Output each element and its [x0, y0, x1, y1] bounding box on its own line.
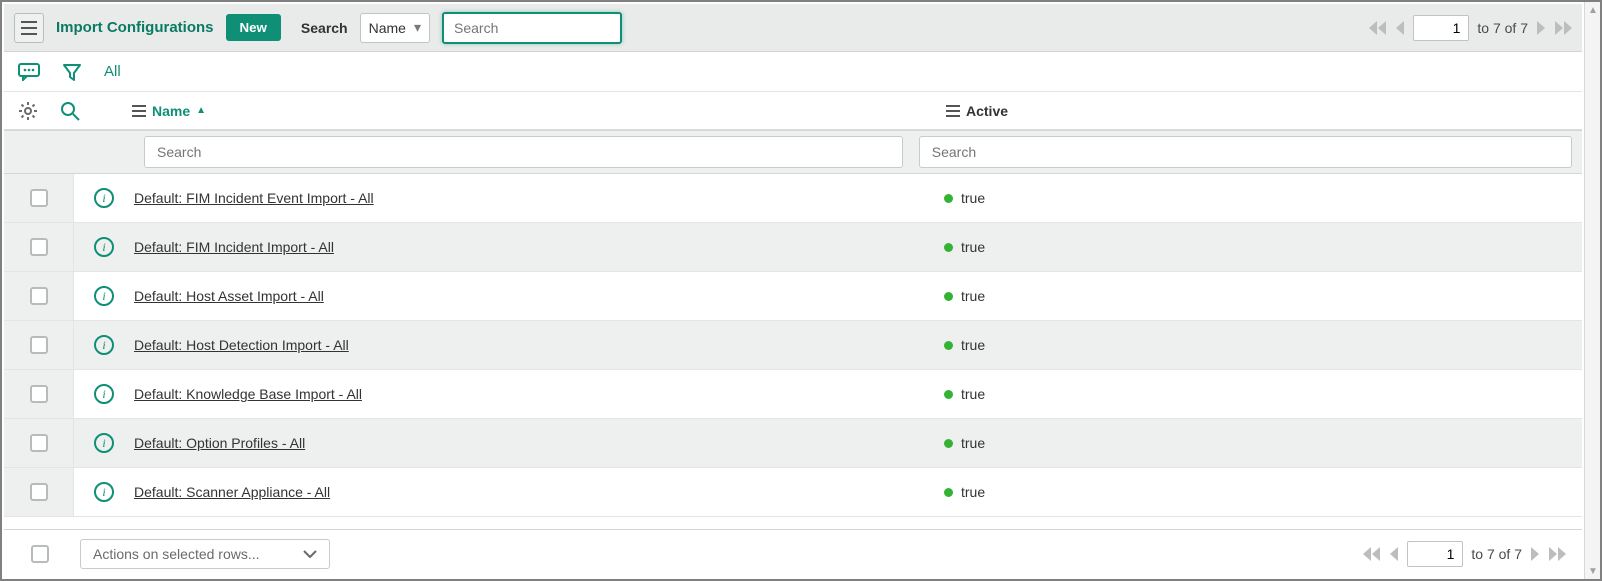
page-input[interactable] — [1407, 541, 1463, 567]
row-checkbox[interactable] — [30, 483, 48, 501]
toolbar: Import Configurations New Search Name ▾ … — [4, 4, 1582, 52]
info-icon[interactable]: i — [94, 482, 114, 502]
info-icon[interactable]: i — [94, 433, 114, 453]
column-header-name[interactable]: Name ▲ — [132, 103, 206, 119]
row-name-link[interactable]: Default: Scanner Appliance - All — [134, 484, 330, 500]
row-active-value: true — [961, 484, 985, 500]
filter-icon[interactable] — [62, 62, 82, 82]
row-active-value: true — [961, 288, 985, 304]
first-page-button[interactable] — [1369, 21, 1387, 35]
table-row: i Default: FIM Incident Import - All tru… — [4, 223, 1582, 272]
page-input[interactable] — [1413, 15, 1469, 41]
scroll-up-icon[interactable]: ▲ — [1585, 2, 1601, 18]
info-icon[interactable]: i — [94, 384, 114, 404]
sort-asc-icon: ▲ — [196, 105, 206, 116]
active-column-search[interactable] — [919, 136, 1572, 168]
info-icon[interactable]: i — [94, 237, 114, 257]
next-page-button[interactable] — [1536, 21, 1546, 35]
info-icon[interactable]: i — [94, 335, 114, 355]
footer: Actions on selected rows... to 7 of 7 — [4, 529, 1582, 577]
info-icon[interactable]: i — [94, 286, 114, 306]
status-dot-icon — [944, 390, 953, 399]
page-range: to 7 of 7 — [1477, 20, 1528, 36]
row-active-value: true — [961, 239, 985, 255]
row-name-link[interactable]: Default: FIM Incident Import - All — [134, 239, 334, 255]
column-header: Name ▲ Active — [4, 92, 1582, 130]
search-field-select[interactable]: Name ▾ — [360, 13, 430, 43]
table-row: i Default: Host Detection Import - All t… — [4, 321, 1582, 370]
select-all-checkbox[interactable] — [31, 545, 49, 563]
prev-page-button[interactable] — [1389, 547, 1399, 561]
search-field-value: Name — [369, 20, 406, 36]
new-button[interactable]: New — [226, 14, 281, 41]
filter-bar: All — [4, 52, 1582, 92]
row-checkbox[interactable] — [30, 287, 48, 305]
info-icon[interactable]: i — [94, 188, 114, 208]
filter-all-link[interactable]: All — [104, 63, 121, 80]
prev-page-button[interactable] — [1395, 21, 1405, 35]
row-checkbox[interactable] — [30, 189, 48, 207]
status-dot-icon — [944, 243, 953, 252]
row-checkbox[interactable] — [30, 434, 48, 452]
outer-scrollbar[interactable]: ▲ ▼ — [1584, 2, 1600, 579]
search-label: Search — [301, 20, 348, 36]
row-name-link[interactable]: Default: Host Asset Import - All — [134, 288, 324, 304]
row-checkbox[interactable] — [30, 238, 48, 256]
status-dot-icon — [944, 292, 953, 301]
last-page-button[interactable] — [1554, 21, 1572, 35]
scroll-down-icon[interactable]: ▼ — [1585, 563, 1601, 579]
chevron-down-icon: ▾ — [414, 19, 421, 36]
row-name-link[interactable]: Default: Option Profiles - All — [134, 435, 305, 451]
column-search-button[interactable] — [60, 101, 80, 121]
column-name-label: Name — [152, 103, 190, 119]
actions-select[interactable]: Actions on selected rows... — [80, 539, 330, 569]
chevron-down-icon — [303, 550, 317, 558]
status-dot-icon — [944, 488, 953, 497]
row-name-link[interactable]: Default: Host Detection Import - All — [134, 337, 349, 353]
column-search-row — [4, 130, 1582, 174]
row-active-value: true — [961, 190, 985, 206]
status-dot-icon — [944, 341, 953, 350]
status-dot-icon — [944, 439, 953, 448]
table-row: i Default: Scanner Appliance - All true — [4, 468, 1582, 517]
row-active-value: true — [961, 435, 985, 451]
column-menu-icon — [946, 105, 960, 117]
table-row: i Default: Knowledge Base Import - All t… — [4, 370, 1582, 419]
page-range: to 7 of 7 — [1471, 546, 1522, 562]
status-dot-icon — [944, 194, 953, 203]
table-row: i Default: Host Asset Import - All true — [4, 272, 1582, 321]
row-checkbox[interactable] — [30, 336, 48, 354]
table-row: i Default: Option Profiles - All true — [4, 419, 1582, 468]
row-checkbox[interactable] — [30, 385, 48, 403]
hamburger-icon — [21, 21, 37, 35]
menu-button[interactable] — [14, 13, 44, 43]
row-active-value: true — [961, 337, 985, 353]
pager-top: to 7 of 7 — [1369, 15, 1572, 41]
first-page-button[interactable] — [1363, 547, 1381, 561]
column-active-label: Active — [966, 103, 1008, 119]
row-name-link[interactable]: Default: FIM Incident Event Import - All — [134, 190, 374, 206]
actions-placeholder: Actions on selected rows... — [93, 546, 260, 562]
column-menu-icon — [132, 105, 146, 117]
pager-bottom: to 7 of 7 — [1363, 541, 1566, 567]
column-header-active[interactable]: Active — [946, 103, 1008, 119]
row-name-link[interactable]: Default: Knowledge Base Import - All — [134, 386, 362, 402]
table-row: i Default: FIM Incident Event Import - A… — [4, 174, 1582, 223]
chat-icon[interactable] — [18, 63, 40, 81]
page-title: Import Configurations — [56, 19, 214, 36]
row-active-value: true — [961, 386, 985, 402]
data-rows: i Default: FIM Incident Event Import - A… — [4, 174, 1582, 529]
search-input[interactable] — [442, 12, 622, 44]
next-page-button[interactable] — [1530, 547, 1540, 561]
name-column-search[interactable] — [144, 136, 903, 168]
settings-button[interactable] — [18, 101, 38, 121]
last-page-button[interactable] — [1548, 547, 1566, 561]
